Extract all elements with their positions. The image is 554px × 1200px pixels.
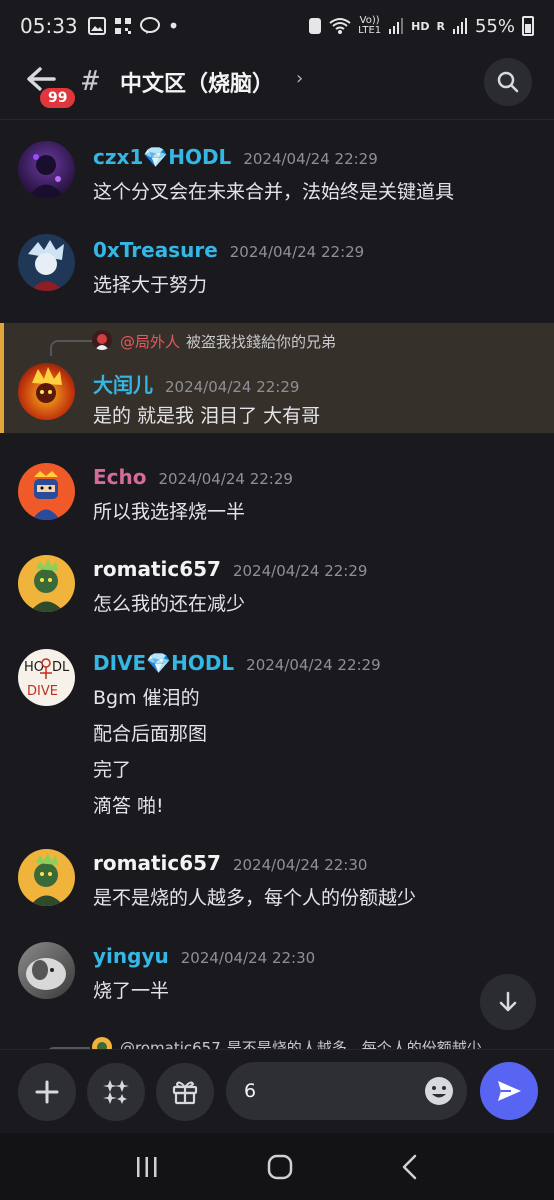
home-icon[interactable] — [267, 1154, 293, 1180]
message-text: Bgm 催泪的 — [93, 687, 200, 709]
username[interactable]: 大闰儿 — [93, 373, 153, 397]
reply-text: 是不是烧的人越多，每个人的份额越少 — [226, 1039, 482, 1049]
signal-icon-2 — [452, 18, 467, 34]
message-text: 完了 — [93, 759, 132, 781]
username[interactable]: yingyu — [93, 944, 169, 968]
highlighted-message: @局外人 被盗我找錢給你的兄弟 大闰儿 2024/04/24 22:29 是的 就是… — [0, 323, 554, 433]
line-app-icon — [139, 17, 160, 34]
data-saver-icon — [309, 18, 322, 34]
battery-percent: 55% — [474, 15, 515, 37]
recent-apps-icon[interactable] — [134, 1155, 160, 1179]
timestamp: 2024/04/24 22:30 — [180, 949, 316, 967]
reply-connector — [50, 340, 94, 356]
message-text: 这个分叉会在未来合并，法始终是关键道具 — [93, 181, 455, 203]
channel-hash-icon: # — [82, 64, 99, 97]
avatar[interactable] — [18, 849, 75, 906]
message-text: 怎么我的还在减少 — [93, 593, 246, 615]
reply-mention[interactable]: @romatic657 — [120, 1039, 221, 1049]
message-list[interactable]: czx1💎HODL 2024/04/24 22:29 这个分叉会在未来合并，法始终… — [0, 121, 554, 1049]
reply-preview[interactable]: @局外人 被盗我找錢給你的兄弟 — [120, 331, 336, 352]
username[interactable]: Echo — [93, 465, 147, 489]
timestamp: 2024/04/24 22:29 — [232, 562, 368, 580]
message-text: 烧了一半 — [93, 980, 170, 1002]
signal-icon — [389, 18, 404, 34]
message-text: 配合后面那图 — [93, 723, 208, 745]
search-icon — [497, 71, 519, 93]
reply-avatar — [92, 330, 112, 350]
message-text: 滴答 啪! — [93, 795, 164, 817]
hd-label: HD — [411, 19, 430, 33]
avatar[interactable] — [18, 942, 75, 999]
timestamp: 2024/04/24 22:29 — [246, 656, 381, 674]
gallery-icon — [87, 17, 106, 35]
emoji-icon[interactable] — [423, 1075, 455, 1107]
reply-avatar — [92, 1037, 112, 1049]
timestamp: 2024/04/24 22:29 — [165, 378, 300, 396]
jump-to-bottom-button[interactable] — [480, 974, 536, 1030]
reply-mention[interactable]: @局外人 — [120, 333, 180, 351]
username[interactable]: czx1💎HODL — [93, 145, 231, 169]
plus-icon — [35, 1080, 59, 1104]
send-icon — [498, 1081, 521, 1101]
username[interactable]: romatic657 — [93, 557, 221, 581]
message-text: 所以我选择烧一半 — [93, 501, 246, 523]
roaming-label: R — [436, 19, 445, 33]
timestamp: 2024/04/24 22:29 — [243, 150, 378, 168]
gift-icon — [172, 1081, 198, 1105]
message-text: 是的 就是我 泪目了 大有哥 — [93, 405, 321, 427]
qr-icon — [114, 18, 131, 34]
message-text: 选择大于努力 — [93, 274, 208, 296]
channel-title[interactable]: 中文区（烧脑） — [120, 66, 274, 98]
avatar[interactable] — [18, 555, 75, 612]
search-button[interactable] — [484, 58, 532, 106]
username[interactable]: romatic657 — [93, 851, 221, 875]
avatar[interactable] — [18, 463, 75, 520]
dot-icon: • — [167, 14, 180, 38]
wifi-icon — [329, 18, 351, 34]
message-text: 是不是烧的人越多，每个人的份额越少 — [93, 887, 417, 909]
unread-badge: 99 — [38, 86, 78, 110]
apps-button[interactable] — [87, 1063, 145, 1121]
message-input[interactable]: 6 — [226, 1062, 467, 1120]
avatar[interactable] — [18, 141, 75, 198]
username[interactable]: DIVE💎HODL — [93, 651, 234, 675]
reply-preview[interactable]: @romatic657 是不是烧的人越多，每个人的份额越少 — [120, 1037, 482, 1049]
system-nav-bar — [0, 1133, 554, 1200]
channel-header: 99 # 中文区（烧脑） › — [0, 52, 554, 120]
status-bar: 05:33 • Vo)) LTE1 HD R 55% — [0, 0, 554, 52]
back-nav-icon[interactable] — [400, 1154, 420, 1180]
apps-icon — [103, 1080, 129, 1104]
battery-icon — [522, 16, 534, 36]
svg-text:DL: DL — [52, 660, 70, 675]
arrow-down-icon — [499, 991, 517, 1012]
avatar[interactable]: HO DL DIVE — [18, 649, 75, 706]
svg-text:DIVE: DIVE — [27, 684, 58, 699]
message-input-value: 6 — [244, 1080, 257, 1102]
timestamp: 2024/04/24 22:29 — [229, 243, 365, 261]
avatar[interactable] — [18, 363, 75, 420]
avatar[interactable] — [18, 234, 75, 291]
lte-label: LTE1 — [358, 25, 382, 36]
message-composer: 6 — [0, 1049, 554, 1133]
reply-text: 被盗我找錢給你的兄弟 — [186, 333, 337, 351]
add-attachment-button[interactable] — [18, 1063, 76, 1121]
gift-button[interactable] — [156, 1063, 214, 1121]
status-time: 05:33 — [20, 14, 78, 38]
timestamp: 2024/04/24 22:30 — [232, 856, 368, 874]
send-button[interactable] — [480, 1062, 538, 1120]
timestamp: 2024/04/24 22:29 — [158, 470, 293, 488]
chevron-right-icon[interactable]: › — [296, 68, 303, 89]
username[interactable]: 0xTreasure — [93, 238, 218, 262]
